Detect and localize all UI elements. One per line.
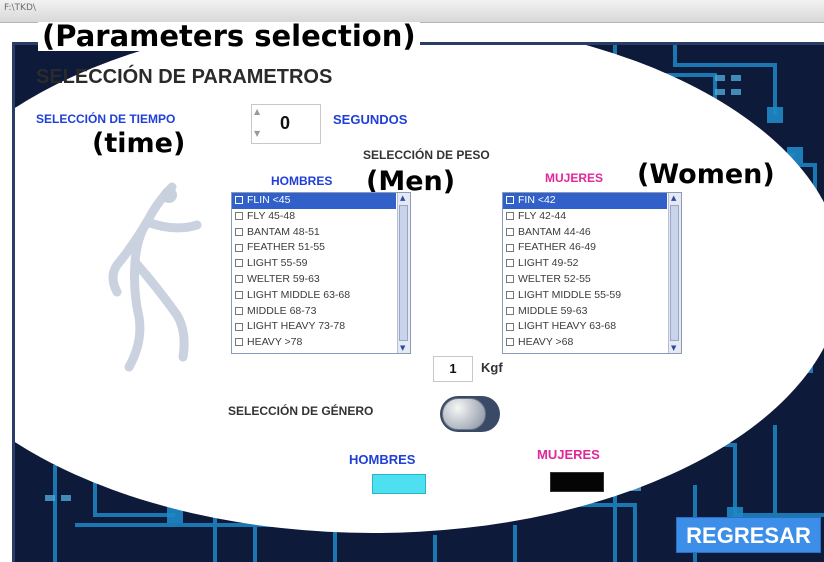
- list-item-label: FLY 42-44: [518, 209, 567, 222]
- gender-men-label: HOMBRES: [349, 452, 416, 467]
- list-item[interactable]: LIGHT 55-59: [232, 256, 396, 272]
- list-item[interactable]: LIGHT MIDDLE 63-68: [232, 288, 396, 304]
- men-list-label: HOMBRES: [271, 174, 333, 188]
- checkbox-icon: [506, 275, 514, 284]
- list-item-label: HEAVY >68: [518, 336, 574, 349]
- list-item[interactable]: FLY 42-44: [503, 209, 667, 225]
- list-item[interactable]: BANTAM 44-46: [503, 225, 667, 241]
- list-item-label: FIN <42: [518, 194, 556, 206]
- women-weight-items[interactable]: FIN <42 FLY 42-44 BANTAM 44-46 FEATHER 46-4…: [503, 193, 667, 351]
- list-item[interactable]: LIGHT 49-52: [503, 256, 667, 272]
- list-item[interactable]: HEAVY >68: [503, 335, 667, 351]
- list-item-label: WELTER 59-63: [247, 272, 320, 285]
- list-item-label: FEATHER 46-49: [518, 241, 596, 254]
- list-item[interactable]: LIGHT MIDDLE 55-59: [503, 288, 667, 304]
- checkbox-icon: [235, 212, 243, 221]
- scroll-thumb[interactable]: [670, 205, 679, 341]
- list-item-label: LIGHT 49-52: [518, 257, 579, 270]
- list-item[interactable]: WELTER 59-63: [232, 272, 396, 288]
- checkbox-icon: [235, 259, 243, 268]
- checkbox-icon: [506, 227, 514, 236]
- gender-toggle[interactable]: [440, 396, 500, 432]
- checkbox-icon: [506, 306, 514, 315]
- checkbox-icon: [235, 322, 243, 331]
- checkbox-icon: [235, 291, 243, 299]
- list-item-label: HEAVY >78: [247, 336, 303, 349]
- checkbox-icon: [506, 196, 514, 205]
- checkbox-icon: [235, 306, 243, 315]
- list-item-label: FLIN <45: [247, 194, 291, 206]
- list-item-label: LIGHT MIDDLE 55-59: [518, 288, 622, 301]
- women-weight-list[interactable]: FIN <42 FLY 42-44 BANTAM 44-46 FEATHER 46-4…: [502, 192, 682, 354]
- time-spinner[interactable]: ▲ ▼ 0: [251, 104, 321, 144]
- checkbox-icon: [235, 196, 243, 205]
- list-item[interactable]: FEATHER 51-55: [232, 240, 396, 256]
- men-weight-items[interactable]: FLIN <45 FLY 45-48 BANTAM 48-51 FEATHER 51-…: [232, 193, 396, 351]
- scroll-thumb[interactable]: [399, 205, 408, 341]
- list-item[interactable]: WELTER 52-55: [503, 272, 667, 288]
- fighter-icon: [108, 182, 202, 372]
- gender-label: SELECCIÓN DE GÉNERO: [228, 404, 374, 418]
- list-item-label: LIGHT HEAVY 63-68: [518, 320, 617, 333]
- kgf-value[interactable]: 1: [433, 356, 473, 382]
- checkbox-icon: [506, 259, 514, 268]
- list-item[interactable]: HEAVY >78: [232, 335, 396, 351]
- list-item-label: LIGHT MIDDLE 63-68: [247, 288, 351, 301]
- gender-women-label: MUJERES: [537, 447, 600, 462]
- list-item-label: WELTER 52-55: [518, 272, 591, 285]
- men-list-scrollbar[interactable]: ▲ ▼: [397, 193, 410, 353]
- checkbox-icon: [506, 291, 514, 299]
- checkbox-icon: [506, 322, 514, 331]
- list-item[interactable]: MIDDLE 59-63: [503, 304, 667, 320]
- list-item[interactable]: LIGHT HEAVY 63-68: [503, 319, 667, 335]
- page-title: SELECCIÓN DE PARAMETROS: [36, 66, 333, 88]
- weight-label: SELECCIÓN DE PESO: [363, 148, 490, 162]
- list-item-label: FEATHER 51-55: [247, 241, 325, 254]
- kgf-unit: Kgf: [481, 360, 503, 375]
- annotation-women: (Women): [633, 160, 779, 189]
- checkbox-icon: [506, 338, 514, 347]
- list-item-label: BANTAM 48-51: [247, 225, 320, 238]
- annotation-parameters: (Parameters selection): [38, 22, 420, 51]
- women-list-scrollbar[interactable]: ▲ ▼: [668, 193, 681, 353]
- list-item-label: LIGHT 55-59: [247, 257, 308, 270]
- checkbox-icon: [506, 212, 514, 221]
- annotation-men: (Men): [366, 166, 456, 197]
- list-item[interactable]: BANTAM 48-51: [232, 225, 396, 241]
- scroll-down-icon[interactable]: ▼: [671, 344, 676, 352]
- list-item-label: MIDDLE 68-73: [247, 304, 317, 317]
- spinner-up-icon[interactable]: ▲: [254, 107, 260, 116]
- toggle-knob[interactable]: [442, 398, 486, 430]
- back-button[interactable]: REGRESAR: [676, 517, 821, 553]
- list-item[interactable]: FEATHER 46-49: [503, 240, 667, 256]
- checkbox-icon: [506, 243, 514, 252]
- checkbox-icon: [235, 243, 243, 252]
- time-unit: SEGUNDOS: [333, 112, 408, 127]
- scroll-up-icon[interactable]: ▲: [671, 194, 676, 202]
- time-label: SELECCIÓN DE TIEMPO: [36, 112, 176, 126]
- checkbox-icon: [235, 275, 243, 284]
- list-item-label: LIGHT HEAVY 73-78: [247, 320, 346, 333]
- women-list-label: MUJERES: [545, 171, 604, 185]
- scroll-up-icon[interactable]: ▲: [400, 194, 405, 202]
- men-weight-list[interactable]: FLIN <45 FLY 45-48 BANTAM 48-51 FEATHER 51-…: [231, 192, 411, 354]
- checkbox-icon: [235, 227, 243, 236]
- window-title: F:\TKD\: [4, 3, 36, 13]
- list-item[interactable]: FLY 45-48: [232, 209, 396, 225]
- list-item[interactable]: LIGHT HEAVY 73-78: [232, 319, 396, 335]
- list-item-label: MIDDLE 59-63: [518, 304, 588, 317]
- list-item-label: BANTAM 44-46: [518, 225, 591, 238]
- annotation-time: (time): [92, 128, 186, 159]
- checkbox-icon: [235, 338, 243, 347]
- list-item[interactable]: FIN <42: [503, 193, 667, 209]
- list-item-label: FLY 45-48: [247, 209, 296, 222]
- spinner-down-icon[interactable]: ▼: [254, 129, 260, 138]
- scroll-down-icon[interactable]: ▼: [400, 344, 405, 352]
- list-item[interactable]: MIDDLE 68-73: [232, 304, 396, 320]
- time-value[interactable]: 0: [280, 113, 290, 134]
- men-indicator: [372, 474, 426, 494]
- list-item[interactable]: FLIN <45: [232, 193, 396, 209]
- women-indicator: [550, 472, 604, 492]
